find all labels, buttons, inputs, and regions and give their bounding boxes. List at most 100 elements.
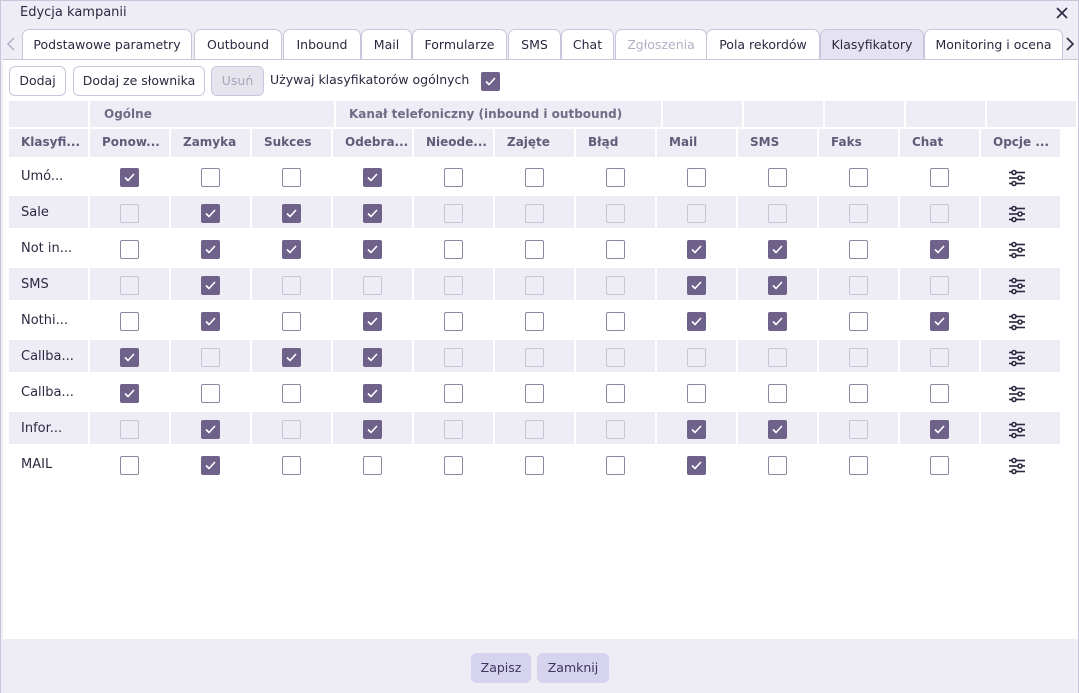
classifier-checkbox-odebra[interactable] [363, 168, 382, 187]
classifier-checkbox-nieode[interactable] [444, 456, 463, 475]
classifier-checkbox-zajęte[interactable] [525, 168, 544, 187]
classifier-checkbox-faks[interactable] [849, 312, 868, 331]
classifier-checkbox-sms[interactable] [768, 384, 787, 403]
classifier-checkbox-sms[interactable] [768, 168, 787, 187]
tab-chat[interactable]: Chat [561, 29, 614, 60]
classifier-checkbox-sukces[interactable] [282, 384, 301, 403]
tab-monitoring-i-ocena[interactable]: Monitoring i ocena [924, 29, 1063, 60]
sliders-icon[interactable] [1007, 384, 1027, 404]
classifier-checkbox-chat[interactable] [930, 168, 949, 187]
save-button[interactable]: Zapisz [471, 653, 531, 683]
classifier-checkbox-błąd[interactable] [606, 240, 625, 259]
column-header-label: Odebra... [345, 135, 409, 149]
classifier-name[interactable]: Callba... [21, 349, 74, 364]
tab-inbound[interactable]: Inbound [283, 29, 361, 60]
classifier-checkbox-sukces[interactable] [282, 312, 301, 331]
classifier-checkbox-zajęte[interactable] [525, 456, 544, 475]
classifier-checkbox-błąd[interactable] [606, 384, 625, 403]
tab-mail[interactable]: Mail [361, 29, 412, 60]
classifier-name[interactable]: MAIL [21, 457, 52, 472]
tab-pola-rekordów[interactable]: Pola rekordów [706, 29, 820, 60]
classifier-checkbox-faks [849, 276, 868, 295]
classifier-checkbox-nieode[interactable] [444, 168, 463, 187]
classifier-checkbox-odebra [363, 276, 382, 295]
classifier-checkbox-ponow[interactable] [120, 240, 139, 259]
add-button[interactable]: Dodaj [9, 66, 66, 96]
column-header-label: Nieode... [426, 135, 487, 149]
tab-zgłoszenia[interactable]: Zgłoszenia [615, 29, 707, 60]
classifier-checkbox-zamyka[interactable] [201, 312, 220, 331]
classifier-checkbox-ponow[interactable] [120, 456, 139, 475]
classifier-checkbox-odebra[interactable] [363, 312, 382, 331]
classifier-checkbox-zajęte[interactable] [525, 312, 544, 331]
classifier-checkbox-sms[interactable] [768, 240, 787, 259]
classifier-checkbox-chat[interactable] [930, 384, 949, 403]
remove-button[interactable]: Usuń [211, 66, 264, 96]
tab-podstawowe-parametry[interactable]: Podstawowe parametry [22, 29, 192, 60]
sliders-icon[interactable] [1007, 276, 1027, 296]
tab-sms[interactable]: SMS [508, 29, 561, 60]
close-icon[interactable] [1052, 3, 1072, 23]
classifier-checkbox-błąd[interactable] [606, 168, 625, 187]
classifier-checkbox-zajęte[interactable] [525, 384, 544, 403]
classifier-checkbox-błąd[interactable] [606, 456, 625, 475]
use-general-classifiers-checkbox[interactable] [481, 72, 500, 91]
sliders-icon[interactable] [1007, 348, 1027, 368]
sliders-icon[interactable] [1007, 456, 1027, 476]
classifier-checkbox-zamyka[interactable] [201, 168, 220, 187]
classifier-name[interactable]: SMS [21, 277, 49, 292]
classifier-checkbox-odebra [363, 420, 382, 439]
classifier-checkbox-ponow[interactable] [120, 312, 139, 331]
classifier-checkbox-błąd[interactable] [606, 312, 625, 331]
tab-outbound[interactable]: Outbound [194, 29, 282, 60]
classifier-checkbox-mail[interactable] [687, 384, 706, 403]
classifier-checkbox-chat[interactable] [930, 312, 949, 331]
classifier-checkbox-nieode[interactable] [444, 312, 463, 331]
classifier-checkbox-odebra[interactable] [363, 456, 382, 475]
classifier-checkbox-zamyka[interactable] [201, 384, 220, 403]
sliders-icon[interactable] [1007, 168, 1027, 188]
classifier-name[interactable]: Sale [21, 205, 49, 220]
classifier-checkbox-odebra[interactable] [363, 240, 382, 259]
classifier-checkbox-zamyka[interactable] [201, 240, 220, 259]
classifier-checkbox-faks[interactable] [849, 456, 868, 475]
classifier-checkbox-mail[interactable] [687, 168, 706, 187]
classifier-checkbox-mail[interactable] [687, 312, 706, 331]
classifier-checkbox-sms[interactable] [768, 312, 787, 331]
classifier-checkbox-nieode[interactable] [444, 240, 463, 259]
classifier-checkbox-chat[interactable] [930, 240, 949, 259]
column-header-label: Zamyka [183, 135, 237, 149]
classifier-checkbox-zamyka[interactable] [201, 456, 220, 475]
classifier-checkbox-ponow[interactable] [120, 384, 139, 403]
classifier-name[interactable]: Not in... [21, 241, 72, 256]
add-from-dictionary-button[interactable]: Dodaj ze słownika [73, 66, 205, 96]
sliders-icon[interactable] [1007, 240, 1027, 260]
classifier-name[interactable]: Nothi... [21, 313, 68, 328]
sliders-icon[interactable] [1007, 312, 1027, 332]
classifier-checkbox-sms[interactable] [768, 456, 787, 475]
classifier-name[interactable]: Infor... [21, 421, 62, 436]
tab-scroll-right-icon[interactable] [1063, 32, 1077, 56]
classifier-checkbox-odebra[interactable] [363, 384, 382, 403]
tab-scroll-left-icon[interactable] [4, 32, 18, 56]
classifier-checkbox-sukces[interactable] [282, 168, 301, 187]
classifier-name[interactable]: Callba... [21, 385, 74, 400]
classifier-checkbox-faks[interactable] [849, 240, 868, 259]
classifier-checkbox-faks[interactable] [849, 384, 868, 403]
classifier-checkbox-mail[interactable] [687, 456, 706, 475]
classifier-checkbox-faks[interactable] [849, 168, 868, 187]
close-button[interactable]: Zamknij [537, 653, 609, 683]
tab-klasyfikatory[interactable]: Klasyfikatory [820, 29, 924, 60]
classifier-name[interactable]: Umó... [21, 169, 63, 184]
classifier-checkbox-chat[interactable] [930, 456, 949, 475]
tab-formularze[interactable]: Formularze [412, 29, 507, 60]
classifier-checkbox-sukces[interactable] [282, 240, 301, 259]
classifier-checkbox-zajęte[interactable] [525, 240, 544, 259]
sliders-icon[interactable] [1007, 204, 1027, 224]
classifier-checkbox-ponow[interactable] [120, 168, 139, 187]
classifier-checkbox-sukces[interactable] [282, 456, 301, 475]
sliders-icon[interactable] [1007, 420, 1027, 440]
column-header-label: Błąd [588, 135, 619, 149]
classifier-checkbox-nieode[interactable] [444, 384, 463, 403]
classifier-checkbox-mail[interactable] [687, 240, 706, 259]
